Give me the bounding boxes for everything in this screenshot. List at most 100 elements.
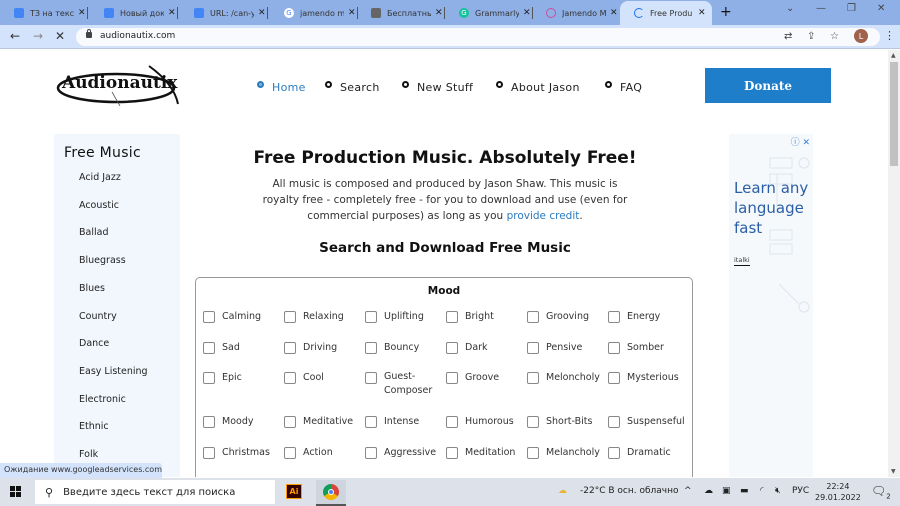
tab-close-icon[interactable]: ✕: [168, 8, 176, 18]
mood-checkbox-intense[interactable]: Intense: [365, 416, 419, 428]
volume-muted-icon[interactable]: 🔇︎: [775, 486, 781, 496]
mood-label[interactable]: Dark: [465, 342, 488, 353]
checkbox[interactable]: [203, 372, 215, 384]
close-window-button[interactable]: ✕: [877, 3, 885, 14]
tab-title[interactable]: Бесплатны: [387, 9, 431, 18]
mood-label[interactable]: Short-Bits: [546, 416, 592, 427]
sidebar-genre-link[interactable]: Ballad: [79, 227, 108, 238]
browser-tab[interactable]: Free Produ ✕: [620, 1, 712, 25]
mood-checkbox-bouncy[interactable]: Bouncy: [365, 342, 419, 354]
checkbox[interactable]: [446, 311, 458, 323]
minimize-button[interactable]: —: [816, 3, 826, 14]
ad-headline[interactable]: Learn any language fast: [734, 178, 812, 238]
mood-checkbox-driving[interactable]: Driving: [284, 342, 337, 354]
donate-button[interactable]: Donate: [705, 68, 831, 103]
sidebar-genre-link[interactable]: Bluegrass: [79, 255, 126, 266]
mood-label[interactable]: Meditative: [303, 416, 353, 427]
bookmark-star-icon[interactable]: ☆: [830, 31, 839, 42]
tab-close-icon[interactable]: ✕: [698, 8, 706, 18]
browser-menu-icon[interactable]: ⋮: [884, 29, 895, 42]
mood-label[interactable]: Suspenseful: [627, 416, 685, 427]
mood-checkbox-energy[interactable]: Energy: [608, 311, 660, 323]
mood-checkbox-cool[interactable]: Cool: [284, 372, 324, 384]
weather-icon[interactable]: ☁: [558, 486, 567, 496]
mood-label[interactable]: Intense: [384, 416, 419, 427]
battery-icon[interactable]: ▬: [740, 486, 749, 496]
mood-label[interactable]: Meloncholy: [546, 372, 600, 383]
nav-link-about-jason[interactable]: About Jason: [496, 80, 580, 94]
sidebar-genre-link[interactable]: Folk: [79, 449, 98, 460]
mood-checkbox-sad[interactable]: Sad: [203, 342, 240, 354]
tab-close-icon[interactable]: ✕: [435, 8, 443, 18]
onedrive-icon[interactable]: ☁: [704, 486, 713, 496]
nav-link-label[interactable]: Home: [272, 81, 306, 94]
mood-checkbox-relaxing[interactable]: Relaxing: [284, 311, 344, 323]
mood-label[interactable]: Mysterious: [627, 372, 679, 383]
tab-title[interactable]: Jamendo M: [562, 9, 606, 18]
sidebar-genre-link[interactable]: Dance: [79, 338, 109, 349]
mood-checkbox-dark[interactable]: Dark: [446, 342, 488, 354]
browser-tab[interactable]: Новый док ✕: [90, 3, 178, 23]
mood-checkbox-grooving[interactable]: Grooving: [527, 311, 589, 323]
checkbox[interactable]: [365, 372, 377, 384]
mood-checkbox-melancholy[interactable]: Melancholy: [527, 447, 600, 459]
wifi-icon[interactable]: ◜: [760, 486, 764, 496]
scroll-thumb[interactable]: [890, 62, 898, 166]
browser-tab[interactable]: Бесплатны ✕: [357, 3, 445, 23]
tab-close-icon[interactable]: ✕: [523, 8, 531, 18]
checkbox[interactable]: [446, 416, 458, 428]
nav-link-label[interactable]: New Stuff: [417, 81, 473, 94]
nav-link-label[interactable]: About Jason: [511, 81, 580, 94]
checkbox[interactable]: [203, 342, 215, 354]
mood-checkbox-pensive[interactable]: Pensive: [527, 342, 582, 354]
mood-label[interactable]: Groove: [465, 372, 499, 383]
mood-checkbox-dramatic[interactable]: Dramatic: [608, 447, 671, 459]
mood-label[interactable]: Energy: [627, 311, 660, 322]
sidebar-genre-link[interactable]: Country: [79, 311, 117, 322]
translate-icon[interactable]: ⇄: [784, 31, 792, 42]
checkbox[interactable]: [527, 372, 539, 384]
mood-label[interactable]: Aggressive: [384, 447, 436, 458]
sidebar-genre-link[interactable]: Acid Jazz: [79, 172, 121, 183]
checkbox[interactable]: [527, 342, 539, 354]
mood-checkbox-short-bits[interactable]: Short-Bits: [527, 416, 592, 428]
mood-checkbox-humorous[interactable]: Humorous: [446, 416, 514, 428]
tab-title[interactable]: URL: /can-y: [210, 9, 254, 18]
checkbox[interactable]: [365, 311, 377, 323]
mood-label[interactable]: Uplifting: [384, 311, 424, 322]
scroll-up-icon[interactable]: ▲: [891, 52, 896, 59]
mood-checkbox-christmas[interactable]: Christmas: [203, 447, 270, 459]
mood-checkbox-moody[interactable]: Moody: [203, 416, 253, 428]
checkbox[interactable]: [527, 311, 539, 323]
checkbox[interactable]: [608, 311, 620, 323]
sidebar-genre-link[interactable]: Acoustic: [79, 200, 119, 211]
mood-checkbox-bright[interactable]: Bright: [446, 311, 494, 323]
mood-label[interactable]: Sad: [222, 342, 240, 353]
checkbox[interactable]: [203, 416, 215, 428]
ad-info-close-icons[interactable]: ⓘ ✕: [791, 135, 810, 148]
taskbar-search-box[interactable]: ⚲ Введите здесь текст для поиска: [35, 480, 275, 504]
address-bar[interactable]: audionautix.com ⇄ ⇪ ☆: [76, 28, 880, 46]
page-scrollbar[interactable]: ▲ ▼: [888, 50, 900, 477]
nav-link-home[interactable]: Home: [257, 80, 306, 94]
mood-label[interactable]: Bright: [465, 311, 494, 322]
mood-checkbox-action[interactable]: Action: [284, 447, 333, 459]
nav-link-new-stuff[interactable]: New Stuff: [402, 80, 473, 94]
tab-title[interactable]: Новый док: [120, 9, 164, 18]
checkbox[interactable]: [446, 447, 458, 459]
ad-close-icon[interactable]: ✕: [802, 138, 810, 148]
mood-checkbox-suspenseful[interactable]: Suspenseful: [608, 416, 685, 428]
checkbox[interactable]: [365, 447, 377, 459]
mood-checkbox-meloncholy[interactable]: Meloncholy: [527, 372, 600, 384]
mood-label[interactable]: Pensive: [546, 342, 582, 353]
sidebar-genre-link[interactable]: Easy Listening: [79, 366, 148, 377]
tab-close-icon[interactable]: ✕: [78, 8, 86, 18]
language-indicator[interactable]: РУС: [792, 486, 809, 496]
tab-title[interactable]: Free Produ: [650, 9, 694, 18]
mood-label[interactable]: Bouncy: [384, 342, 419, 353]
checkbox[interactable]: [608, 372, 620, 384]
mood-checkbox-somber[interactable]: Somber: [608, 342, 664, 354]
mood-checkbox-groove[interactable]: Groove: [446, 372, 499, 384]
mood-label[interactable]: Calming: [222, 311, 261, 322]
scroll-down-icon[interactable]: ▼: [891, 468, 896, 475]
